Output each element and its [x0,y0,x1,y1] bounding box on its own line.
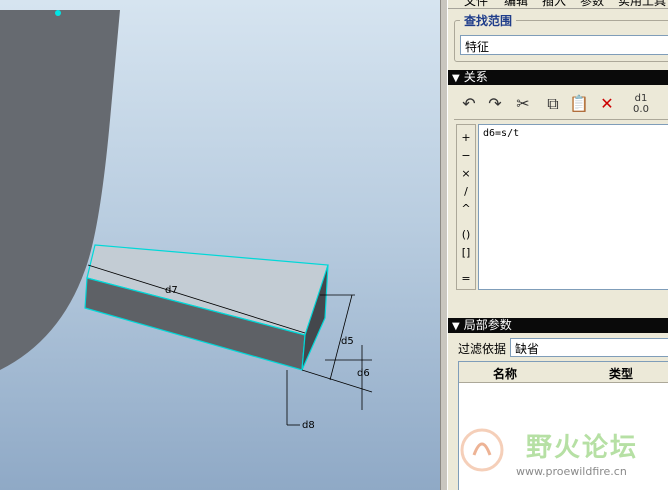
column-name[interactable]: 名称 [493,365,517,382]
op-divide[interactable]: / [457,185,475,198]
op-power[interactable]: ^ [457,202,475,215]
site-watermark: 野火论坛 www.proewildfire.cn [460,425,668,490]
panel-splitter[interactable] [440,0,448,490]
menu-bar: 文件 编辑 插入 参数 实用工具 [448,0,668,9]
relations-header[interactable]: ▼ 关系 [448,70,668,85]
column-type[interactable]: 类型 [609,365,633,382]
collapse-triangle-icon: ▼ [452,321,460,332]
menu-edit[interactable]: 编辑 [504,0,528,9]
redo-icon[interactable]: ↷ [484,93,506,115]
dim-d8: d8 [302,420,315,431]
datum-point [55,10,61,16]
op-plus[interactable]: + [457,131,475,144]
menu-utilities[interactable]: 实用工具 [618,0,666,9]
relations-title: 关系 [463,70,488,84]
search-scope-title: 查找范围 [460,12,517,29]
relations-panel: 文件 编辑 插入 参数 实用工具 查找范围 特征 ▼ 关系 ↶ ↷ ✂ ⧉ 📋 ✕… [448,0,668,490]
op-parens[interactable]: () [457,228,475,241]
watermark-url: www.proewildfire.cn [516,465,627,478]
menu-file[interactable]: 文件 [464,0,488,9]
evaluate-icon[interactable]: d1 0.0 [630,93,652,115]
model-viewport[interactable]: d7 d5 d6 d8 [0,0,440,490]
filter-select[interactable]: 缺省 [510,338,668,357]
operator-bar: + − × / ^ () [] = [456,124,476,290]
search-scope-select[interactable]: 特征 [460,35,668,55]
delete-icon[interactable]: ✕ [596,93,618,115]
dim-d6: d6 [357,368,370,379]
relations-editor[interactable]: d6=s/t [478,124,668,290]
undo-icon[interactable]: ↶ [458,93,480,115]
model-canvas: d7 d5 d6 d8 [0,10,373,431]
menu-params[interactable]: 参数 [580,0,604,9]
op-multiply[interactable]: × [457,167,475,180]
op-brackets[interactable]: [] [457,246,475,259]
relations-toolbar: ↶ ↷ ✂ ⧉ 📋 ✕ d1 0.0 [454,89,668,120]
model-body [0,10,120,370]
local-params-title: 局部参数 [463,318,512,332]
op-minus[interactable]: − [457,149,475,162]
dim-d7: d7 [165,285,178,296]
local-params-header[interactable]: ▼ 局部参数 [448,318,668,333]
collapse-triangle-icon: ▼ [452,73,460,84]
paste-icon[interactable]: 📋 [568,93,590,115]
dim-d5: d5 [341,336,354,347]
menu-insert[interactable]: 插入 [542,0,566,9]
copy-icon[interactable]: ⧉ [542,93,564,115]
cut-icon[interactable]: ✂ [512,93,534,115]
filter-label: 过滤依据 [458,342,507,356]
watermark-title: 野火论坛 [526,433,639,463]
op-equals[interactable]: = [457,272,475,285]
table-header: 名称 类型 [459,362,668,383]
